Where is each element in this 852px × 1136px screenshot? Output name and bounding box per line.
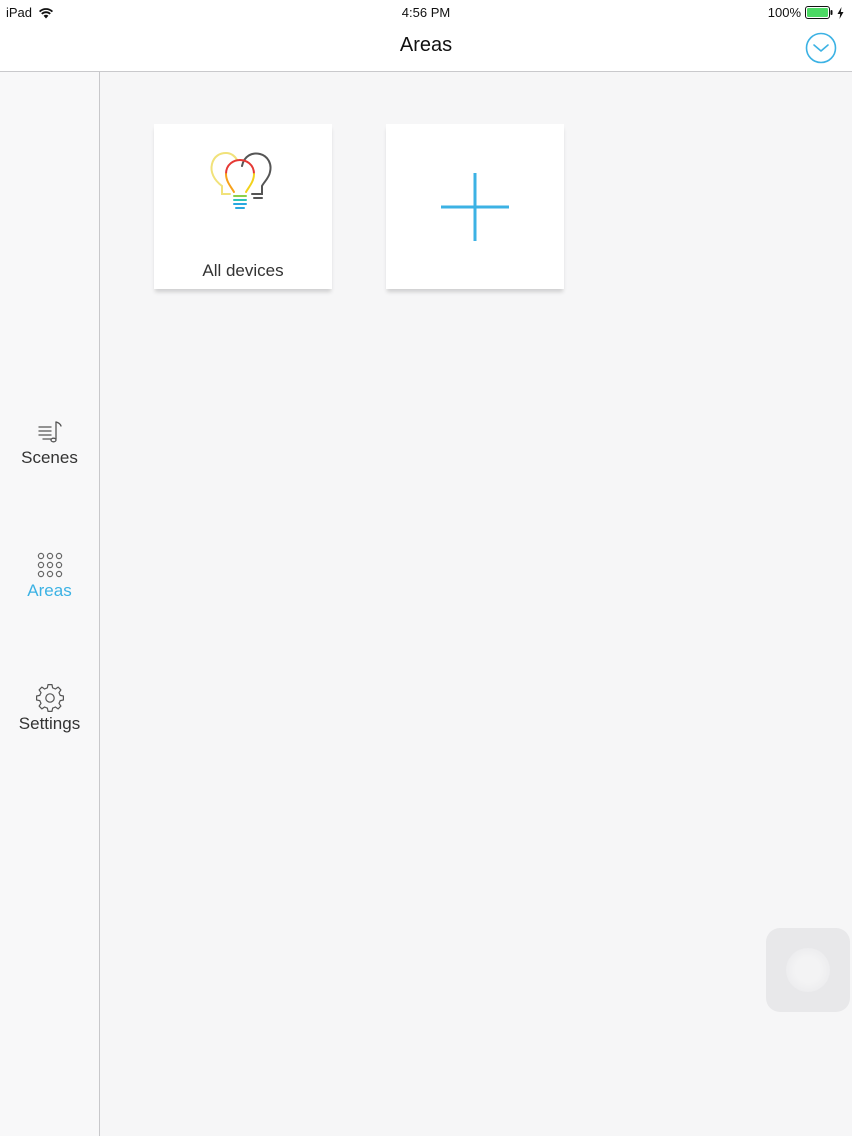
charging-bolt-icon bbox=[837, 6, 844, 19]
battery-icon bbox=[805, 6, 833, 19]
page-title: Areas bbox=[399, 34, 453, 56]
battery-percent: 100% bbox=[767, 5, 801, 20]
sidebar: Scenes Areas Settings bbox=[0, 72, 100, 1136]
sidebar-item-label: Scenes bbox=[21, 448, 78, 467]
scenes-icon bbox=[37, 421, 62, 443]
light-bulbs-icon bbox=[210, 151, 272, 209]
sidebar-item-areas[interactable]: Areas bbox=[0, 550, 99, 601]
chevron-down-circle-icon bbox=[805, 32, 837, 64]
sidebar-item-label: Settings bbox=[18, 714, 81, 733]
grid-dots-icon bbox=[37, 552, 62, 578]
status-right: 100% bbox=[768, 5, 844, 20]
area-tile-all-devices[interactable]: All devices bbox=[154, 124, 332, 289]
status-bar: iPad 4:56 PM 100% bbox=[0, 0, 852, 26]
tile-label: All devices bbox=[202, 261, 284, 280]
gear-icon bbox=[35, 684, 64, 713]
assistive-touch-dot bbox=[786, 948, 830, 992]
navigation-bar: Areas bbox=[0, 26, 852, 72]
sidebar-item-label: Areas bbox=[27, 581, 72, 600]
chevron-down-circle-button[interactable] bbox=[805, 32, 837, 64]
assistive-touch-button[interactable] bbox=[766, 928, 850, 1012]
status-time: 4:56 PM bbox=[401, 5, 451, 20]
sidebar-item-settings[interactable]: Settings bbox=[0, 683, 99, 734]
sidebar-item-scenes[interactable]: Scenes bbox=[0, 417, 99, 468]
add-area-tile[interactable] bbox=[386, 124, 564, 289]
plus-icon bbox=[441, 173, 509, 241]
